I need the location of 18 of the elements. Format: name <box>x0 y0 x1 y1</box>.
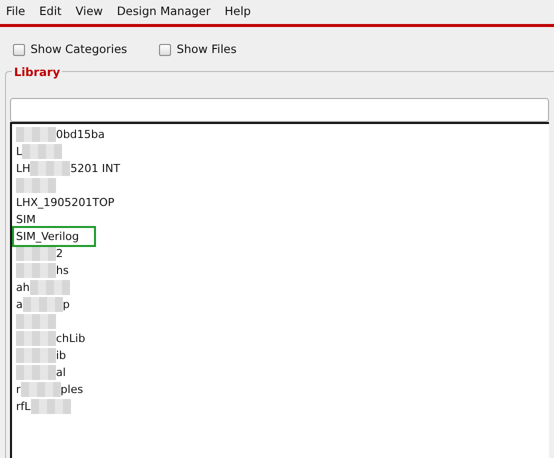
panel-title: Library <box>12 64 62 82</box>
menu-item[interactable]: Help <box>224 3 251 21</box>
checkbox-label: Show Categories <box>30 41 128 58</box>
checkbox[interactable] <box>13 44 25 56</box>
list-item[interactable]: LH 5201 INT <box>14 160 120 177</box>
menu-item[interactable]: Design Manager <box>116 3 211 21</box>
list-item[interactable] <box>14 313 56 330</box>
list-item[interactable]: 0bd15ba <box>14 126 105 143</box>
checkbox[interactable] <box>159 44 172 56</box>
menu-item[interactable]: File <box>6 3 26 21</box>
list-item[interactable]: SIM <box>14 211 36 228</box>
input-field[interactable] <box>10 98 549 122</box>
list-item[interactable] <box>14 177 56 194</box>
checkbox-label: Show Files <box>176 41 237 58</box>
list-item[interactable]: LHX_1905201TOP <box>14 194 114 211</box>
list-item[interactable]: SIM_Verilog <box>14 228 94 245</box>
menu-item[interactable]: View <box>76 3 103 21</box>
menu-item[interactable]: Edit <box>39 3 62 21</box>
